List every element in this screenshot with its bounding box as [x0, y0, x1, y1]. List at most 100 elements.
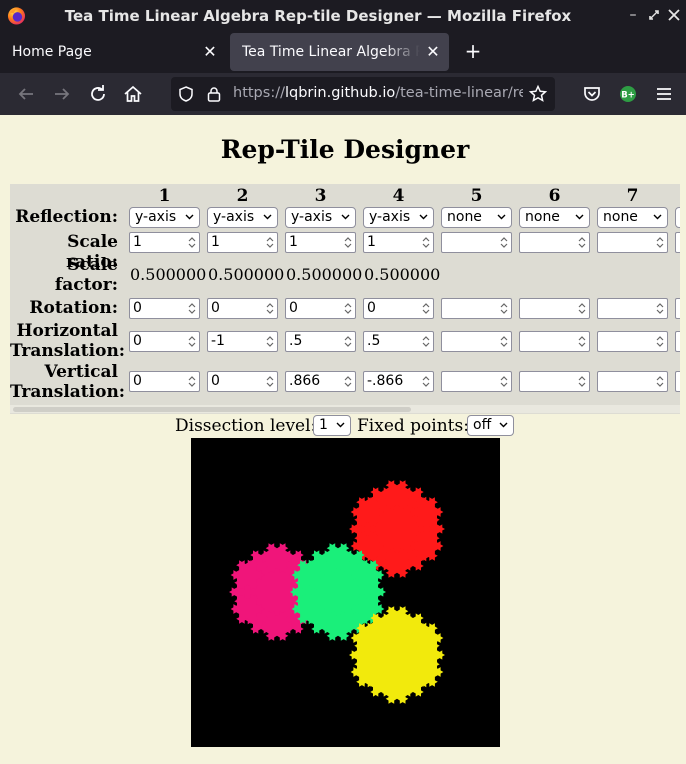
spinner-arrows-icon[interactable]: [343, 374, 353, 389]
rotation-input[interactable]: 0: [129, 298, 200, 319]
chevron-down-icon: [653, 214, 662, 220]
tab-close-icon[interactable]: ✕: [425, 33, 441, 71]
horizontal-translation-input[interactable]: [597, 331, 668, 352]
spinner-arrows-icon[interactable]: [655, 374, 665, 389]
scale-factor-value: 0.500000: [130, 265, 207, 284]
rotation-input[interactable]: 0: [363, 298, 434, 319]
spinner-arrows-icon[interactable]: [577, 235, 587, 250]
bookmark-star-icon[interactable]: [528, 84, 548, 104]
spinner-arrows-icon[interactable]: [343, 301, 353, 316]
horizontal-translation-input[interactable]: [675, 331, 680, 352]
horizontal-translation-input[interactable]: .5: [363, 331, 434, 352]
chevron-down-icon: [419, 214, 428, 220]
rotation-input[interactable]: [675, 298, 680, 319]
reflection-select[interactable]: none: [675, 207, 680, 228]
spinner-arrows-icon[interactable]: [187, 235, 197, 250]
vertical-translation-input[interactable]: 0: [207, 371, 278, 392]
horizontal-translation-input[interactable]: .5: [285, 331, 356, 352]
tab-close-icon[interactable]: ✕: [202, 33, 218, 71]
reflection-select[interactable]: y-axis: [207, 207, 278, 228]
scale-ratio-input[interactable]: [519, 232, 590, 253]
vertical-translation-input[interactable]: .866: [285, 371, 356, 392]
scale-ratio-input[interactable]: 1: [207, 232, 278, 253]
spinner-arrows-icon[interactable]: [343, 235, 353, 250]
minimize-icon[interactable]: –: [624, 6, 642, 24]
spinner-arrows-icon[interactable]: [187, 374, 197, 389]
reflection-select[interactable]: y-axis: [129, 207, 200, 228]
dissection-level-label: Dissection level:: [175, 416, 317, 436]
spinner-arrows-icon[interactable]: [265, 374, 275, 389]
url-text[interactable]: https://lqbrin.github.io/tea-time-linear…: [233, 85, 523, 101]
spinner-arrows-icon[interactable]: [577, 374, 587, 389]
spinner-arrows-icon[interactable]: [187, 334, 197, 349]
scale-ratio-input[interactable]: 1: [285, 232, 356, 253]
reflection-select[interactable]: y-axis: [285, 207, 356, 228]
reflection-select[interactable]: none: [441, 207, 512, 228]
back-arrow-icon[interactable]: [14, 82, 38, 106]
forward-arrow-icon[interactable]: [50, 82, 74, 106]
hamburger-menu-icon[interactable]: [652, 82, 676, 106]
home-icon[interactable]: [121, 82, 145, 106]
reflection-select[interactable]: none: [519, 207, 590, 228]
spinner-arrows-icon[interactable]: [499, 334, 509, 349]
spinner-arrows-icon[interactable]: [343, 334, 353, 349]
scale-ratio-input[interactable]: [597, 232, 668, 253]
scale-ratio-input[interactable]: 1: [129, 232, 200, 253]
scrollbar-thumb[interactable]: [13, 407, 411, 412]
horizontal-translation-input[interactable]: -1: [207, 331, 278, 352]
spinner-arrows-icon[interactable]: [187, 301, 197, 316]
dissection-level-select[interactable]: 1: [313, 415, 351, 436]
scale-ratio-input[interactable]: 1: [363, 232, 434, 253]
rotation-input[interactable]: 0: [285, 298, 356, 319]
spinner-arrows-icon[interactable]: [421, 301, 431, 316]
rotation-input[interactable]: [597, 298, 668, 319]
spinner-arrows-icon[interactable]: [265, 334, 275, 349]
rotation-input[interactable]: [441, 298, 512, 319]
rep-tile-canvas[interactable]: [191, 438, 500, 747]
spinner-arrows-icon[interactable]: [577, 334, 587, 349]
reflection-select[interactable]: y-axis: [363, 207, 434, 228]
vertical-translation-input[interactable]: [441, 371, 512, 392]
restore-icon[interactable]: [645, 6, 663, 24]
spinner-arrows-icon[interactable]: [499, 235, 509, 250]
spinner-arrows-icon[interactable]: [655, 301, 665, 316]
horizontal-translation-input[interactable]: [441, 331, 512, 352]
spinner-arrows-icon[interactable]: [577, 301, 587, 316]
extension-icon[interactable]: B+: [616, 82, 640, 106]
scale-ratio-input[interactable]: [675, 232, 680, 253]
rotation-input[interactable]: 0: [207, 298, 278, 319]
shield-icon[interactable]: [177, 85, 195, 103]
spinner-arrows-icon[interactable]: [421, 374, 431, 389]
tab-home-page[interactable]: Home Page ✕: [0, 33, 226, 71]
spinner-arrows-icon[interactable]: [499, 301, 509, 316]
column-header: 7: [626, 186, 639, 206]
spinner-arrows-icon[interactable]: [655, 235, 665, 250]
vertical-translation-input[interactable]: [519, 371, 590, 392]
vertical-translation-input[interactable]: [597, 371, 668, 392]
reflection-select[interactable]: none: [597, 207, 668, 228]
spinner-arrows-icon[interactable]: [499, 374, 509, 389]
spinner-arrows-icon[interactable]: [655, 334, 665, 349]
lock-icon[interactable]: [205, 85, 223, 103]
scale-factor-value: 0.500000: [208, 265, 285, 284]
horizontal-translation-input[interactable]: 0: [129, 331, 200, 352]
scale-ratio-input[interactable]: [441, 232, 512, 253]
url-bar[interactable]: https://lqbrin.github.io/tea-time-linear…: [171, 77, 555, 111]
rotation-input[interactable]: [519, 298, 590, 319]
pocket-icon[interactable]: [580, 82, 604, 106]
new-tab-icon[interactable]: +: [462, 40, 484, 62]
fixed-points-select[interactable]: off: [467, 415, 514, 436]
spinner-arrows-icon[interactable]: [265, 235, 275, 250]
vertical-translation-input[interactable]: [675, 371, 680, 392]
close-window-icon[interactable]: [665, 6, 683, 24]
vertical-translation-input[interactable]: -.866: [363, 371, 434, 392]
horizontal-translation-input[interactable]: [519, 331, 590, 352]
scale-factor-value: 0.500000: [286, 265, 363, 284]
tab-rep-tile-designer[interactable]: Tea Time Linear Algebra Rep-tile Designe…: [230, 33, 449, 71]
reload-icon[interactable]: [86, 82, 110, 106]
spinner-arrows-icon[interactable]: [421, 334, 431, 349]
spinner-arrows-icon[interactable]: [265, 301, 275, 316]
vertical-translation-input[interactable]: 0: [129, 371, 200, 392]
spinner-arrows-icon[interactable]: [421, 235, 431, 250]
chevron-down-icon: [575, 214, 584, 220]
